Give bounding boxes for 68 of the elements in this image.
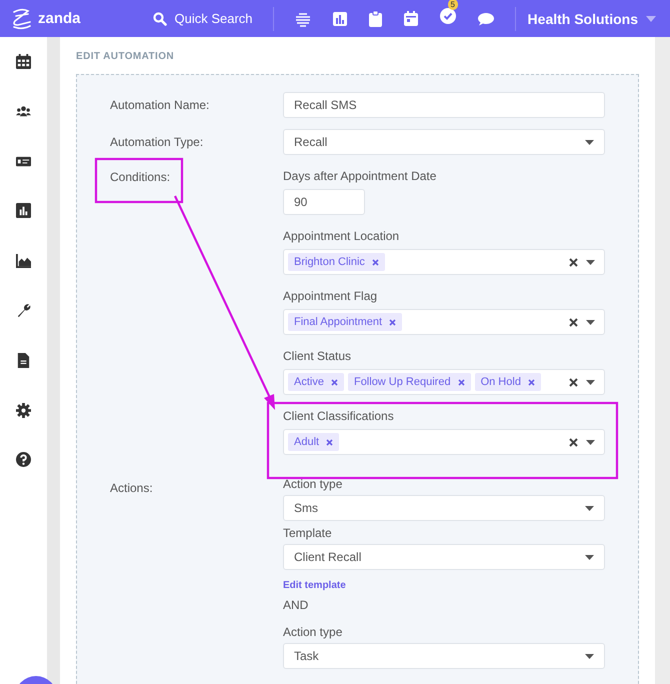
field-caption: Action type [283,477,344,491]
area-chart-icon[interactable] [16,253,31,268]
connector-text: AND [283,598,310,612]
help-icon[interactable] [16,452,31,468]
swirl-logo-icon [10,8,34,30]
settings-icon[interactable] [16,402,31,418]
clear-icon[interactable] [569,258,578,266]
selected-tag: Follow Up Required [348,373,471,391]
clear-icon[interactable] [569,378,578,386]
field-caption: Days after Appointment Date [283,169,438,183]
remove-icon[interactable] [458,378,465,386]
remove-icon[interactable] [389,318,396,326]
row-label: Automation Name: [110,97,210,112]
selected-tag: On Hold [474,373,541,391]
wrench-icon[interactable] [16,302,31,318]
section-title: EDIT AUTOMATION [76,51,176,64]
selected-tag: Adult [288,433,340,451]
remove-icon[interactable] [372,258,379,266]
field-caption: Appointment Location [283,229,400,243]
remove-icon[interactable] [330,378,338,386]
account-menu[interactable]: Health Solutions [528,10,656,26]
multi-select[interactable]: Adult [283,429,605,455]
remove-icon[interactable] [326,438,334,446]
row-label: Conditions: [110,169,170,184]
caret-icon [586,380,595,384]
selected-tag: Brighton Clinic [288,253,385,271]
multi-select[interactable]: Final Appointment [283,309,605,335]
field-caption: Client Status [283,349,352,363]
dropdown-select[interactable]: Task [283,643,605,669]
document-icon[interactable] [16,352,31,368]
caret-icon [586,320,595,324]
row-label: Automation Type: [110,134,204,149]
calendar-icon[interactable] [16,54,31,69]
selected-tag: Final Appointment [288,313,402,331]
dropdown-select[interactable]: Client Recall [283,544,605,570]
people-icon[interactable] [16,104,31,119]
chat-bubble-icon[interactable] [478,12,494,26]
dropdown-select[interactable]: Recall [283,129,605,155]
caret-icon [585,554,594,560]
text-input[interactable]: Recall SMS [283,92,605,118]
multi-select[interactable]: Active Follow Up Required On Hold [283,369,605,395]
task-count-badge: 5 [448,0,458,10]
edit-template-link[interactable]: Edit template [283,580,346,591]
caret-icon [586,260,595,264]
clear-icon[interactable] [569,438,578,446]
clipboard-icon[interactable] [368,10,382,26]
field-caption: Appointment Flag [283,289,378,303]
remove-icon[interactable] [528,378,535,386]
bar-chart-icon[interactable] [16,203,31,218]
number-input[interactable]: 90 [283,189,365,215]
field-caption: Action type [283,625,344,639]
clear-icon[interactable] [569,318,578,326]
caret-icon [585,654,594,658]
caret-icon [585,506,594,510]
caret-icon [585,140,594,144]
caret-icon [586,440,595,444]
search-icon [152,12,166,26]
selected-tag: Active [288,373,344,391]
logo[interactable]: zanda [10,8,81,30]
row-label: Actions: [110,480,153,495]
quick-search-button[interactable]: Quick Search [152,11,253,26]
brand-name: zanda [38,10,81,27]
field-caption: Client Classifications [283,409,395,423]
multi-select[interactable]: Brighton Clinic [283,249,605,275]
caret-icon [646,16,656,22]
dropdown-select[interactable]: Sms [283,495,605,521]
field-caption: Template [283,526,333,540]
check-circle-icon[interactable] [440,8,456,24]
